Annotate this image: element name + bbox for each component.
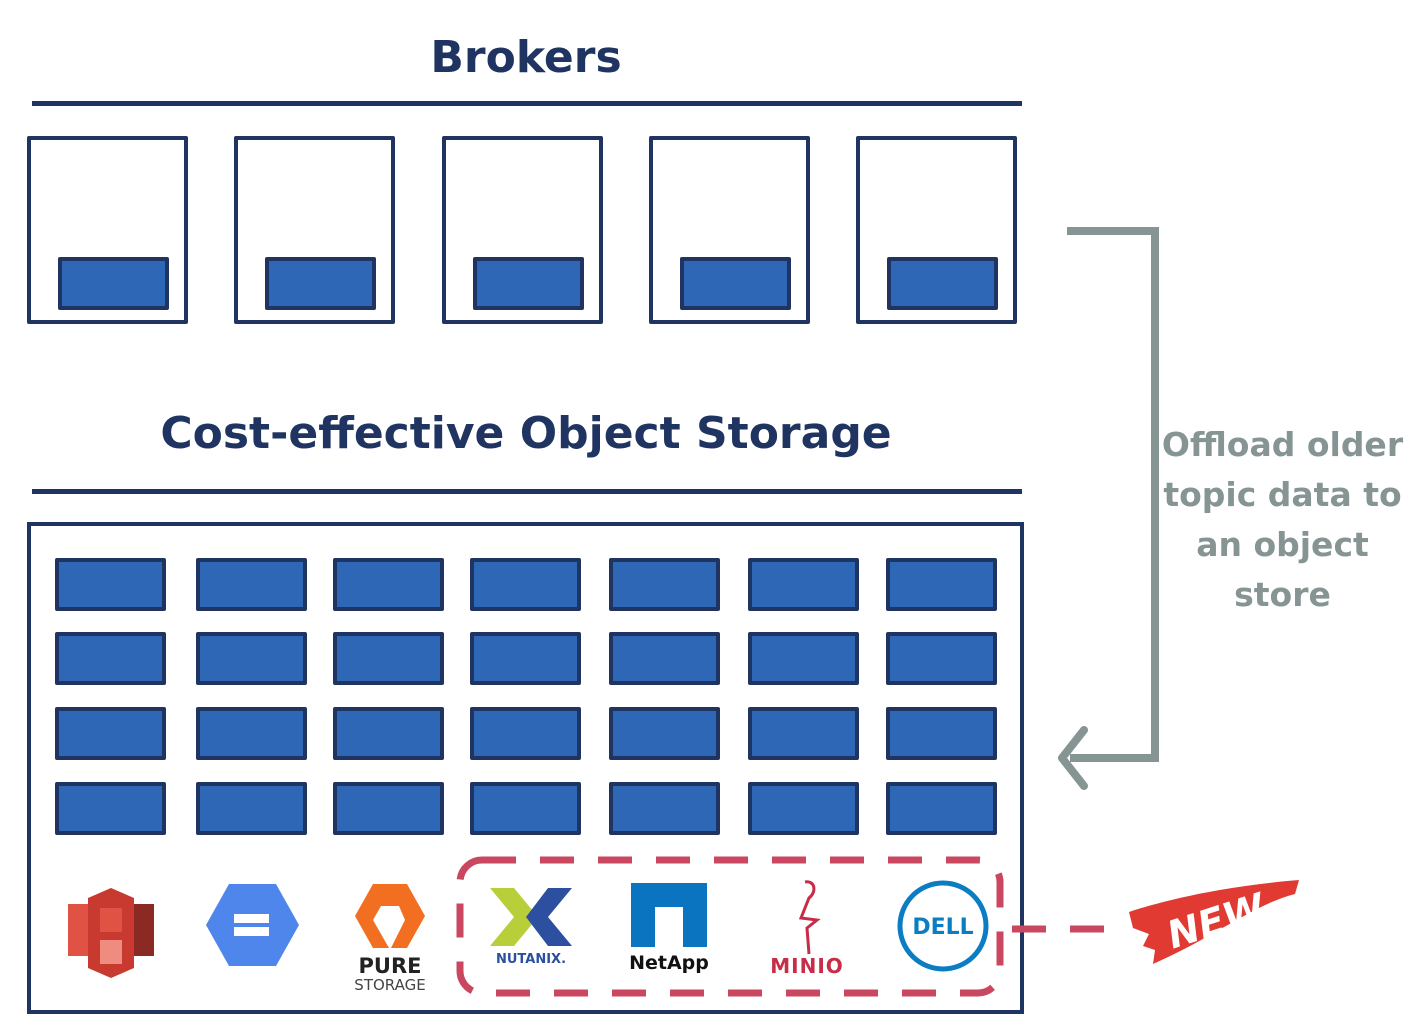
svg-text:DELL: DELL bbox=[912, 915, 973, 940]
storage-partition bbox=[196, 782, 307, 835]
storage-partition bbox=[609, 707, 720, 760]
broker-box bbox=[27, 136, 188, 324]
storage-partition bbox=[470, 707, 581, 760]
storage-partition bbox=[886, 632, 997, 685]
storage-divider bbox=[32, 489, 1022, 494]
broker-partition bbox=[58, 257, 169, 310]
storage-partition bbox=[748, 707, 859, 760]
gcs-icon bbox=[206, 884, 299, 966]
storage-partition bbox=[196, 558, 307, 611]
offload-label: Offload older topic data to an object st… bbox=[1161, 425, 1404, 614]
aws-s3-icon bbox=[68, 888, 154, 978]
storage-partition bbox=[748, 782, 859, 835]
broker-partition bbox=[680, 257, 791, 310]
storage-partition bbox=[609, 782, 720, 835]
minio-icon: MINIO bbox=[752, 878, 862, 978]
broker-box bbox=[234, 136, 395, 324]
new-badge: NEW bbox=[1129, 880, 1299, 964]
storage-partition bbox=[55, 632, 166, 685]
storage-partition bbox=[609, 632, 720, 685]
storage-partition bbox=[470, 632, 581, 685]
storage-partition bbox=[470, 558, 581, 611]
nutanix-icon: NUTANIX. bbox=[486, 886, 576, 967]
broker-box bbox=[442, 136, 603, 324]
storage-partition bbox=[333, 558, 444, 611]
broker-partition bbox=[473, 257, 584, 310]
pure-storage-icon: PURE STORAGE bbox=[350, 880, 430, 994]
storage-partition bbox=[333, 782, 444, 835]
storage-partition bbox=[609, 558, 720, 611]
offload-arrow-icon bbox=[1058, 227, 1159, 790]
storage-partition bbox=[748, 632, 859, 685]
new-connector-line bbox=[1012, 925, 1120, 933]
storage-partition bbox=[55, 558, 166, 611]
storage-partition bbox=[333, 632, 444, 685]
storage-partition bbox=[196, 632, 307, 685]
brokers-title: Brokers bbox=[430, 32, 622, 83]
broker-partition bbox=[265, 257, 376, 310]
broker-box bbox=[856, 136, 1017, 324]
storage-partition bbox=[55, 782, 166, 835]
storage-partition bbox=[886, 782, 997, 835]
storage-title: Cost-effective Object Storage bbox=[160, 408, 892, 459]
storage-partition bbox=[55, 707, 166, 760]
storage-partition bbox=[470, 782, 581, 835]
storage-partition bbox=[748, 558, 859, 611]
broker-partition bbox=[887, 257, 998, 310]
dell-icon: DELL bbox=[897, 880, 989, 972]
storage-partition bbox=[886, 707, 997, 760]
storage-partition bbox=[333, 707, 444, 760]
broker-box bbox=[649, 136, 810, 324]
storage-partition bbox=[196, 707, 307, 760]
storage-partition bbox=[886, 558, 997, 611]
brokers-divider bbox=[32, 101, 1022, 106]
netapp-icon: NetApp bbox=[626, 882, 712, 974]
